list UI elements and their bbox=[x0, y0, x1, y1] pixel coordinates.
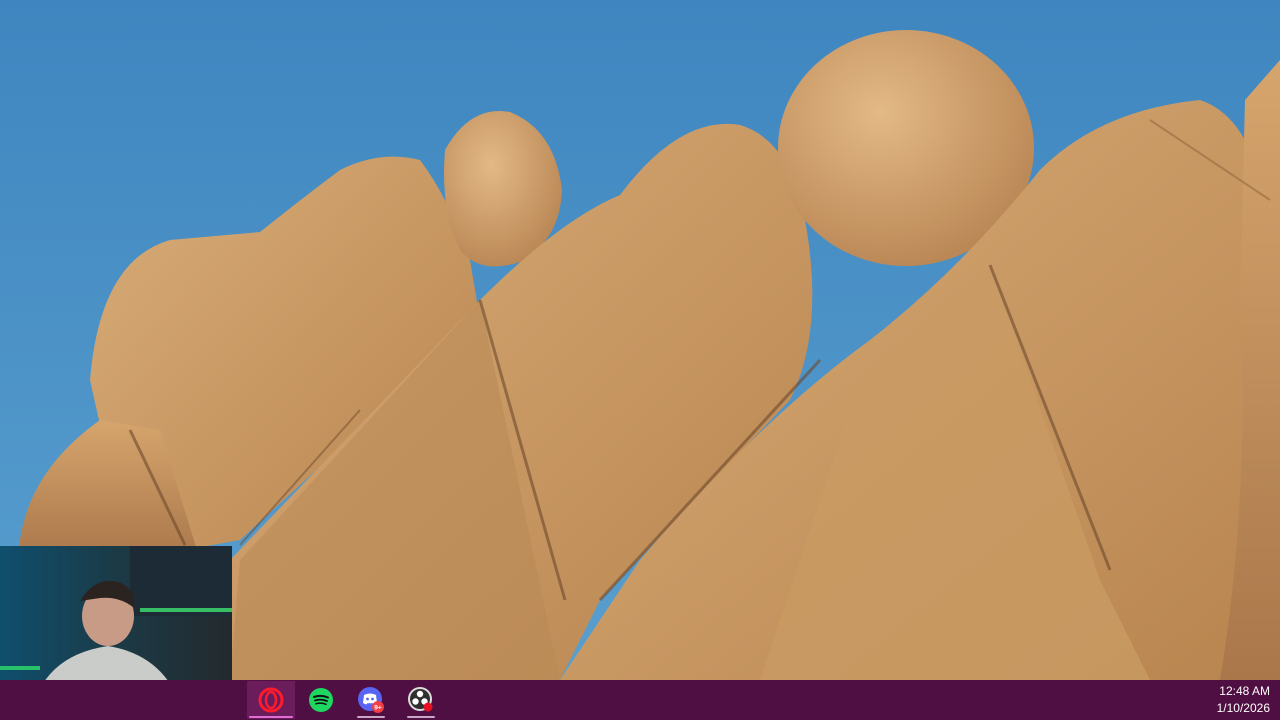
taskbar bbox=[0, 680, 1280, 720]
taskbar-app-obs[interactable] bbox=[397, 681, 445, 719]
taskbar-app-discord[interactable]: 9+ bbox=[347, 681, 395, 719]
active-indicator bbox=[249, 716, 293, 718]
taskbar-app-opera[interactable] bbox=[247, 681, 295, 719]
running-indicator bbox=[407, 716, 435, 718]
spotify-icon bbox=[309, 688, 333, 712]
running-indicator bbox=[357, 716, 385, 718]
discord-badge: 9+ bbox=[374, 705, 382, 712]
obs-icon bbox=[408, 687, 433, 712]
taskbar-app-spotify[interactable] bbox=[297, 681, 345, 719]
discord-icon: 9+ bbox=[358, 687, 384, 713]
opera-icon bbox=[258, 687, 284, 713]
clock-time: 12:48 AM bbox=[1219, 684, 1270, 698]
system-clock[interactable]: 12:48 AM 1/10/2026 bbox=[1180, 683, 1270, 717]
clock-date: 1/10/2026 bbox=[1216, 701, 1270, 715]
